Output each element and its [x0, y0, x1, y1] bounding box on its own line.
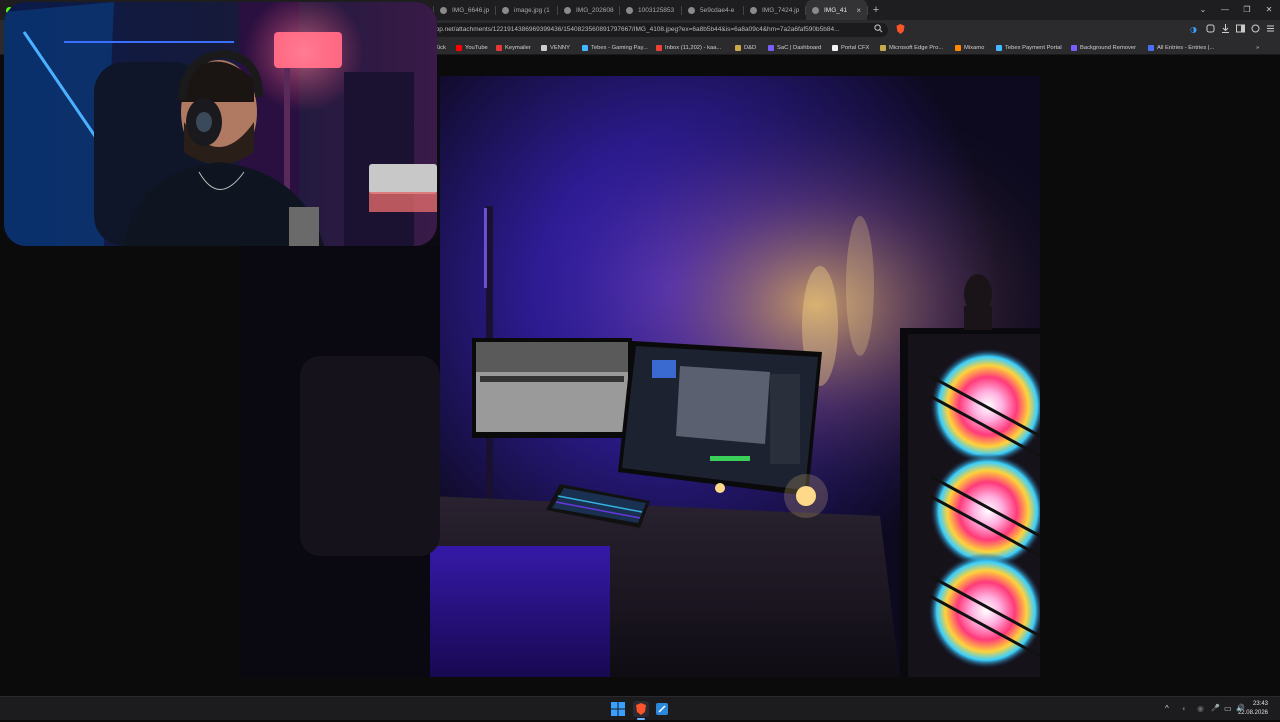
tab-label: image.jpg (1	[514, 6, 550, 14]
tab-search-icon[interactable]: ⌄	[1192, 0, 1214, 20]
tab-favicon-icon	[750, 6, 757, 14]
tab-label: 1003125853	[638, 6, 675, 14]
bookmark-label: Keymailer	[505, 44, 531, 51]
bookmark-item[interactable]: Mixamo	[955, 40, 984, 55]
bookmark-favicon-icon	[768, 44, 774, 51]
bookmark-favicon-icon	[582, 44, 588, 51]
microphone-icon[interactable]: 🎤	[1211, 704, 1220, 712]
snipping-tool-icon[interactable]	[655, 702, 669, 716]
bookmark-item[interactable]: D&D	[735, 40, 756, 55]
bookmark-label: All Entries - Entries |...	[1157, 44, 1215, 51]
tab-favicon-icon	[688, 6, 695, 14]
maximize-button[interactable]: ❐	[1236, 0, 1258, 20]
bookmark-label: Background Remover	[1080, 44, 1137, 51]
browser-tab[interactable]: 5e9cdae4-e	[682, 0, 743, 20]
bookmark-label: Microsoft Edge Pro...	[889, 44, 944, 51]
bookmark-item[interactable]: YouTube	[456, 40, 488, 55]
clock-date: 22.08.2026	[1237, 710, 1268, 716]
browser-tab[interactable]: IMG_202608	[558, 0, 619, 20]
bookmark-item[interactable]: VENNY	[541, 40, 570, 55]
windows-taskbar: ^ ◐ ◉ 🎤 ▭ 🔊 23:43 22.08.2026	[0, 696, 1280, 720]
tab-favicon-icon	[564, 6, 571, 14]
bookmark-item[interactable]: All Entries - Entries |...	[1148, 40, 1214, 55]
tab-label: IMG_7424.jp	[762, 6, 800, 14]
bookmark-favicon-icon	[832, 44, 838, 51]
tab-favicon-icon	[812, 6, 819, 14]
sidebar-icon[interactable]	[1234, 24, 1246, 36]
bookmark-favicon-icon	[1071, 44, 1077, 51]
bookmark-item[interactable]: Tebex - Gaming Pay...	[582, 40, 648, 55]
bookmark-label: SaC | Dashboard	[777, 44, 822, 51]
browser-tab[interactable]: IMG_7424.jp	[744, 0, 805, 20]
close-tab-icon[interactable]: ×	[856, 6, 861, 15]
bookmark-item[interactable]: Inbox (11,202) - kaa...	[656, 40, 721, 55]
minimize-button[interactable]: —	[1214, 0, 1236, 20]
tab-label: IMG_41	[824, 6, 848, 14]
bookmark-item[interactable]: Background Remover	[1071, 40, 1136, 55]
bookmark-label: YouTube	[465, 44, 488, 51]
bookmark-item[interactable]: Portal CFX	[832, 40, 869, 55]
webcam-overlay	[4, 2, 437, 246]
browser-tab[interactable]: IMG_6646.jp	[434, 0, 495, 20]
bookmark-favicon-icon	[456, 44, 462, 51]
bookmark-item[interactable]: Tebex Payment Portal	[996, 40, 1062, 55]
bookmark-favicon-icon	[541, 44, 547, 51]
menu-icon[interactable]	[1264, 24, 1276, 36]
windows-start-icon[interactable]	[611, 702, 625, 716]
tab-favicon-icon	[440, 6, 447, 14]
wallet-icon[interactable]	[1249, 24, 1261, 36]
tray-overflow-icon[interactable]: ^	[1165, 704, 1169, 713]
bookmark-label: Tebex Payment Portal	[1005, 44, 1062, 51]
bookmark-favicon-icon	[656, 44, 662, 51]
bookmark-favicon-icon	[735, 44, 741, 51]
brave-browser-icon[interactable]	[633, 701, 649, 717]
bookmark-item[interactable]: Keymailer	[496, 40, 531, 55]
new-tab-button[interactable]: +	[868, 0, 884, 20]
system-clock[interactable]: 23:43 22.08.2026	[1238, 700, 1268, 718]
tab-label: 5e9cdae4-e	[700, 6, 735, 14]
tray-app-icon[interactable]: ◐	[1182, 704, 1187, 713]
bookmark-label: D&D	[744, 44, 757, 51]
bookmark-label: Tebex - Gaming Pay...	[591, 44, 648, 51]
address-bar[interactable]: app.net/attachments/1221914386969399436/…	[428, 23, 888, 37]
zoom-icon[interactable]	[872, 24, 884, 36]
more-bookmarks-button[interactable]: »	[1256, 40, 1259, 55]
tab-favicon-icon	[502, 6, 509, 14]
translate-icon[interactable]: ◑	[1188, 24, 1200, 36]
bookmark-favicon-icon	[955, 44, 961, 51]
bookmark-favicon-icon	[880, 44, 886, 51]
extensions-icon[interactable]	[1204, 24, 1216, 36]
bookmark-item[interactable]: SaC | Dashboard	[768, 40, 821, 55]
bookmark-label: Mixamo	[964, 44, 985, 51]
tab-favicon-icon	[626, 6, 633, 14]
tab-active[interactable]: IMG_41 ×	[806, 0, 867, 20]
svg-text:◑: ◑	[1190, 25, 1197, 33]
download-icon[interactable]	[1219, 24, 1231, 36]
clock-time: 23:43	[1252, 701, 1268, 707]
bookmark-item[interactable]: Microsoft Edge Pro...	[880, 40, 943, 55]
browser-tab[interactable]: 1003125853	[620, 0, 681, 20]
bookmark-label: Portal CFX	[841, 44, 870, 51]
bookmark-favicon-icon	[996, 44, 1002, 51]
bookmark-favicon-icon	[496, 44, 502, 51]
close-window-button[interactable]: ✕	[1258, 0, 1280, 20]
tray-status-icon[interactable]: ◉	[1197, 704, 1204, 713]
tab-label: IMG_202608	[576, 6, 614, 14]
brave-shield-icon[interactable]	[894, 24, 906, 36]
tab-label: IMG_6646.jp	[452, 6, 490, 14]
browser-tab[interactable]: image.jpg (1	[496, 0, 557, 20]
network-icon[interactable]: ▭	[1224, 704, 1232, 713]
bookmark-label: Inbox (11,202) - kaa...	[665, 44, 722, 51]
bookmark-favicon-icon	[1148, 44, 1154, 51]
bookmark-label: VENNY	[550, 44, 570, 51]
